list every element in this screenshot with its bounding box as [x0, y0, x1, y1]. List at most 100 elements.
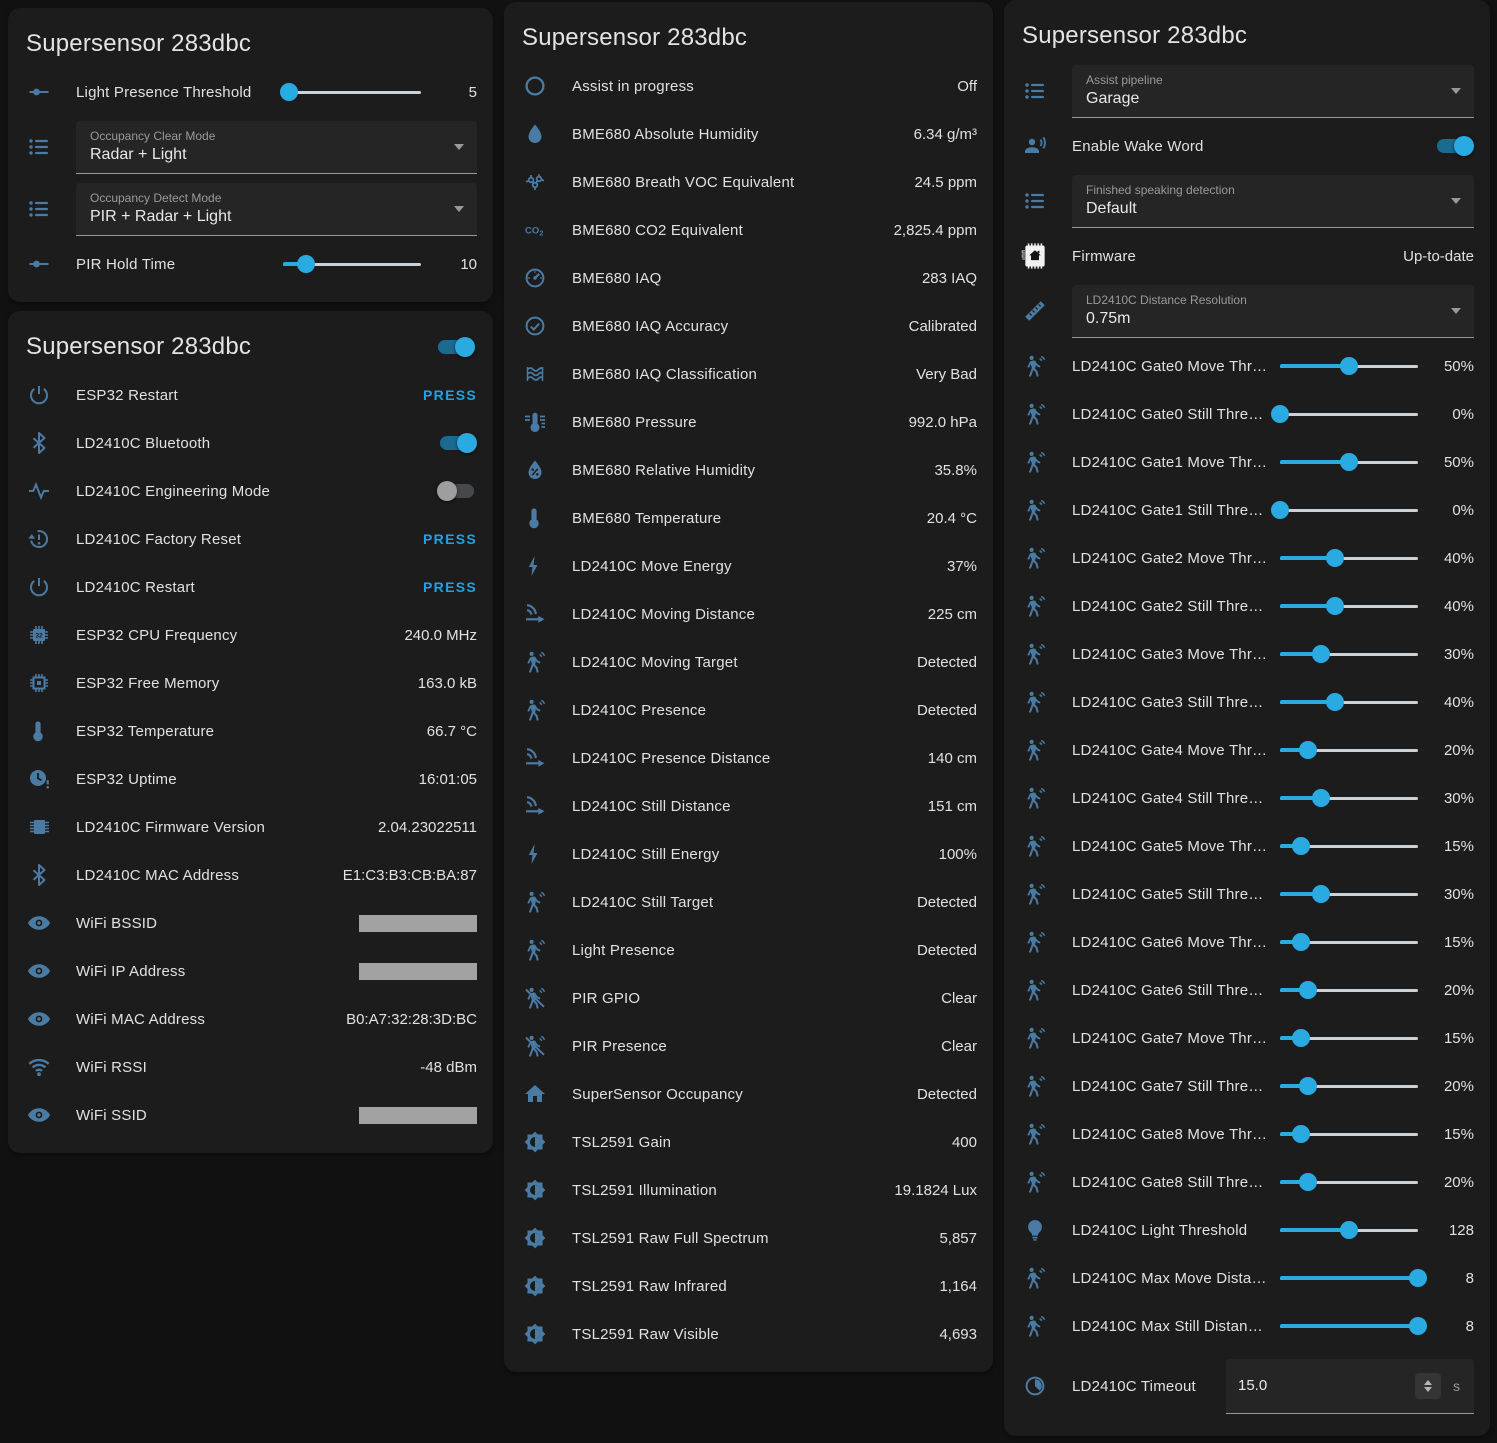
slider[interactable] — [1280, 1316, 1418, 1336]
entity-row[interactable]: LD2410C Timeout15.0s — [1004, 1350, 1490, 1422]
slider[interactable] — [1280, 404, 1418, 424]
entity-row[interactable]: LD2410C Gate5 Still Thres…30% — [1004, 870, 1490, 918]
entity-row[interactable]: LD2410C Gate4 Move Thr…20% — [1004, 726, 1490, 774]
entity-row[interactable]: LD2410C Gate1 Still Thres…0% — [1004, 486, 1490, 534]
slider-thumb[interactable] — [1409, 1317, 1427, 1335]
slider[interactable] — [1280, 644, 1418, 664]
entity-row[interactable]: LD2410C Gate5 Move Thr…15% — [1004, 822, 1490, 870]
entity-row[interactable]: LD2410C Move Energy37% — [504, 542, 993, 590]
slider[interactable] — [1280, 788, 1418, 808]
entity-row[interactable]: WiFi IP Address — [8, 947, 493, 995]
entity-row[interactable]: FirmwareUp-to-date — [1004, 232, 1490, 280]
select-field[interactable]: LD2410C Distance Resolution0.75m — [1072, 285, 1474, 338]
entity-row[interactable]: PIR Hold Time10 — [8, 240, 493, 288]
entity-row[interactable]: LD2410C Still TargetDetected — [504, 878, 993, 926]
entity-row[interactable]: ESP32 Temperature66.7 °C — [8, 707, 493, 755]
entity-row[interactable]: LD2410C Firmware Version2.04.23022511 — [8, 803, 493, 851]
entity-row[interactable]: Enable Wake Word — [1004, 122, 1490, 170]
toggle[interactable] — [437, 481, 477, 501]
entity-row[interactable]: LD2410C Gate6 Move Thr…15% — [1004, 918, 1490, 966]
entity-row[interactable]: LD2410C MAC AddressE1:C3:B3:CB:BA:87 — [8, 851, 493, 899]
slider-thumb[interactable] — [1292, 1125, 1310, 1143]
slider-thumb[interactable] — [1299, 1077, 1317, 1095]
slider[interactable] — [1280, 452, 1418, 472]
entity-row[interactable]: ESP32 Uptime16:01:05 — [8, 755, 493, 803]
entity-row[interactable]: LD2410C Engineering Mode — [8, 467, 493, 515]
entity-row[interactable]: LD2410C Gate0 Move Thr…50% — [1004, 342, 1490, 390]
slider[interactable] — [1280, 884, 1418, 904]
entity-row[interactable]: BME680 IAQ283 IAQ — [504, 254, 993, 302]
entity-row[interactable]: WiFi RSSI-48 dBm — [8, 1043, 493, 1091]
slider-thumb[interactable] — [1271, 405, 1289, 423]
slider[interactable] — [1280, 980, 1418, 1000]
entity-row[interactable]: BME680 Relative Humidity35.8% — [504, 446, 993, 494]
entity-row[interactable]: WiFi BSSID — [8, 899, 493, 947]
entity-row[interactable]: LD2410C Gate8 Move Thr…15% — [1004, 1110, 1490, 1158]
select-field[interactable]: Occupancy Clear ModeRadar + Light — [76, 121, 477, 174]
entity-row[interactable]: LD2410C Gate2 Still Thres…40% — [1004, 582, 1490, 630]
slider-thumb[interactable] — [1340, 453, 1358, 471]
slider-thumb[interactable] — [1312, 645, 1330, 663]
entity-row[interactable]: LD2410C Gate7 Still Thres…20% — [1004, 1062, 1490, 1110]
entity-row[interactable]: LD2410C Gate4 Still Thres…30% — [1004, 774, 1490, 822]
entity-row[interactable]: LD2410C Still Distance151 cm — [504, 782, 993, 830]
entity-row[interactable]: BME680 IAQ ClassificationVery Bad — [504, 350, 993, 398]
slider[interactable] — [283, 82, 421, 102]
entity-row[interactable]: LD2410C Gate3 Still Thres…40% — [1004, 678, 1490, 726]
slider-thumb[interactable] — [1340, 1221, 1358, 1239]
slider[interactable] — [1280, 692, 1418, 712]
chevron-up-icon[interactable] — [1424, 1380, 1432, 1385]
toggle[interactable] — [1434, 136, 1474, 156]
slider-thumb[interactable] — [1292, 1029, 1310, 1047]
entity-row[interactable]: Occupancy Detect ModePIR + Radar + Light — [8, 178, 493, 240]
entity-row[interactable]: TSL2591 Illumination19.1824 Lux — [504, 1166, 993, 1214]
toggle-thumb[interactable] — [455, 337, 475, 357]
slider-thumb[interactable] — [1326, 549, 1344, 567]
entity-row[interactable]: Assist pipelineGarage — [1004, 60, 1490, 122]
press-button[interactable]: PRESS — [423, 579, 477, 595]
entity-row[interactable]: BME680 IAQ AccuracyCalibrated — [504, 302, 993, 350]
entity-row[interactable]: LD2410C Gate7 Move Thr…15% — [1004, 1014, 1490, 1062]
entity-row[interactable]: LD2410C Still Energy100% — [504, 830, 993, 878]
entity-row[interactable]: LD2410C Bluetooth — [8, 419, 493, 467]
entity-row[interactable]: Assist in progressOff — [504, 62, 993, 110]
slider[interactable] — [1280, 1172, 1418, 1192]
entity-row[interactable]: LD2410C Factory ResetPRESS — [8, 515, 493, 563]
entity-row[interactable]: BME680 Temperature20.4 °C — [504, 494, 993, 542]
slider[interactable] — [283, 254, 421, 274]
toggle-thumb[interactable] — [437, 481, 457, 501]
slider[interactable] — [1280, 356, 1418, 376]
slider-thumb[interactable] — [1292, 837, 1310, 855]
slider-thumb[interactable] — [1271, 501, 1289, 519]
entity-row[interactable]: BME680 Breath VOC Equivalent24.5 ppm — [504, 158, 993, 206]
entity-row[interactable]: ESP32 Free Memory163.0 kB — [8, 659, 493, 707]
entity-row[interactable]: Finished speaking detectionDefault — [1004, 170, 1490, 232]
entity-row[interactable]: LD2410C Gate6 Still Thres…20% — [1004, 966, 1490, 1014]
slider-thumb[interactable] — [1340, 357, 1358, 375]
select-field[interactable]: Finished speaking detectionDefault — [1072, 175, 1474, 228]
entity-row[interactable]: WiFi SSID — [8, 1091, 493, 1139]
slider-thumb[interactable] — [1326, 597, 1344, 615]
entity-row[interactable]: LD2410C Gate2 Move Thr…40% — [1004, 534, 1490, 582]
slider-thumb[interactable] — [1299, 1173, 1317, 1191]
toggle-thumb[interactable] — [457, 433, 477, 453]
press-button[interactable]: PRESS — [423, 531, 477, 547]
entity-row[interactable]: LD2410C RestartPRESS — [8, 563, 493, 611]
slider[interactable] — [1280, 836, 1418, 856]
slider[interactable] — [1280, 1124, 1418, 1144]
entity-row[interactable]: TSL2591 Raw Full Spectrum5,857 — [504, 1214, 993, 1262]
entity-row[interactable]: LD2410C Gate1 Move Thr…50% — [1004, 438, 1490, 486]
entity-row[interactable]: TSL2591 Raw Infrared1,164 — [504, 1262, 993, 1310]
press-button[interactable]: PRESS — [423, 387, 477, 403]
number-input-value[interactable]: 15.0 — [1238, 1377, 1415, 1394]
entity-row[interactable]: CO2BME680 CO2 Equivalent2,825.4 ppm — [504, 206, 993, 254]
entity-row[interactable]: LD2410C Presence Distance140 cm — [504, 734, 993, 782]
entity-row[interactable]: Light Presence Threshold5 — [8, 68, 493, 116]
toggle-thumb[interactable] — [1454, 136, 1474, 156]
chevron-down-icon[interactable] — [1424, 1387, 1432, 1392]
slider[interactable] — [1280, 1076, 1418, 1096]
entity-row[interactable]: LD2410C PresenceDetected — [504, 686, 993, 734]
slider[interactable] — [1280, 1220, 1418, 1240]
entity-row[interactable]: SuperSensor OccupancyDetected — [504, 1070, 993, 1118]
slider[interactable] — [1280, 500, 1418, 520]
